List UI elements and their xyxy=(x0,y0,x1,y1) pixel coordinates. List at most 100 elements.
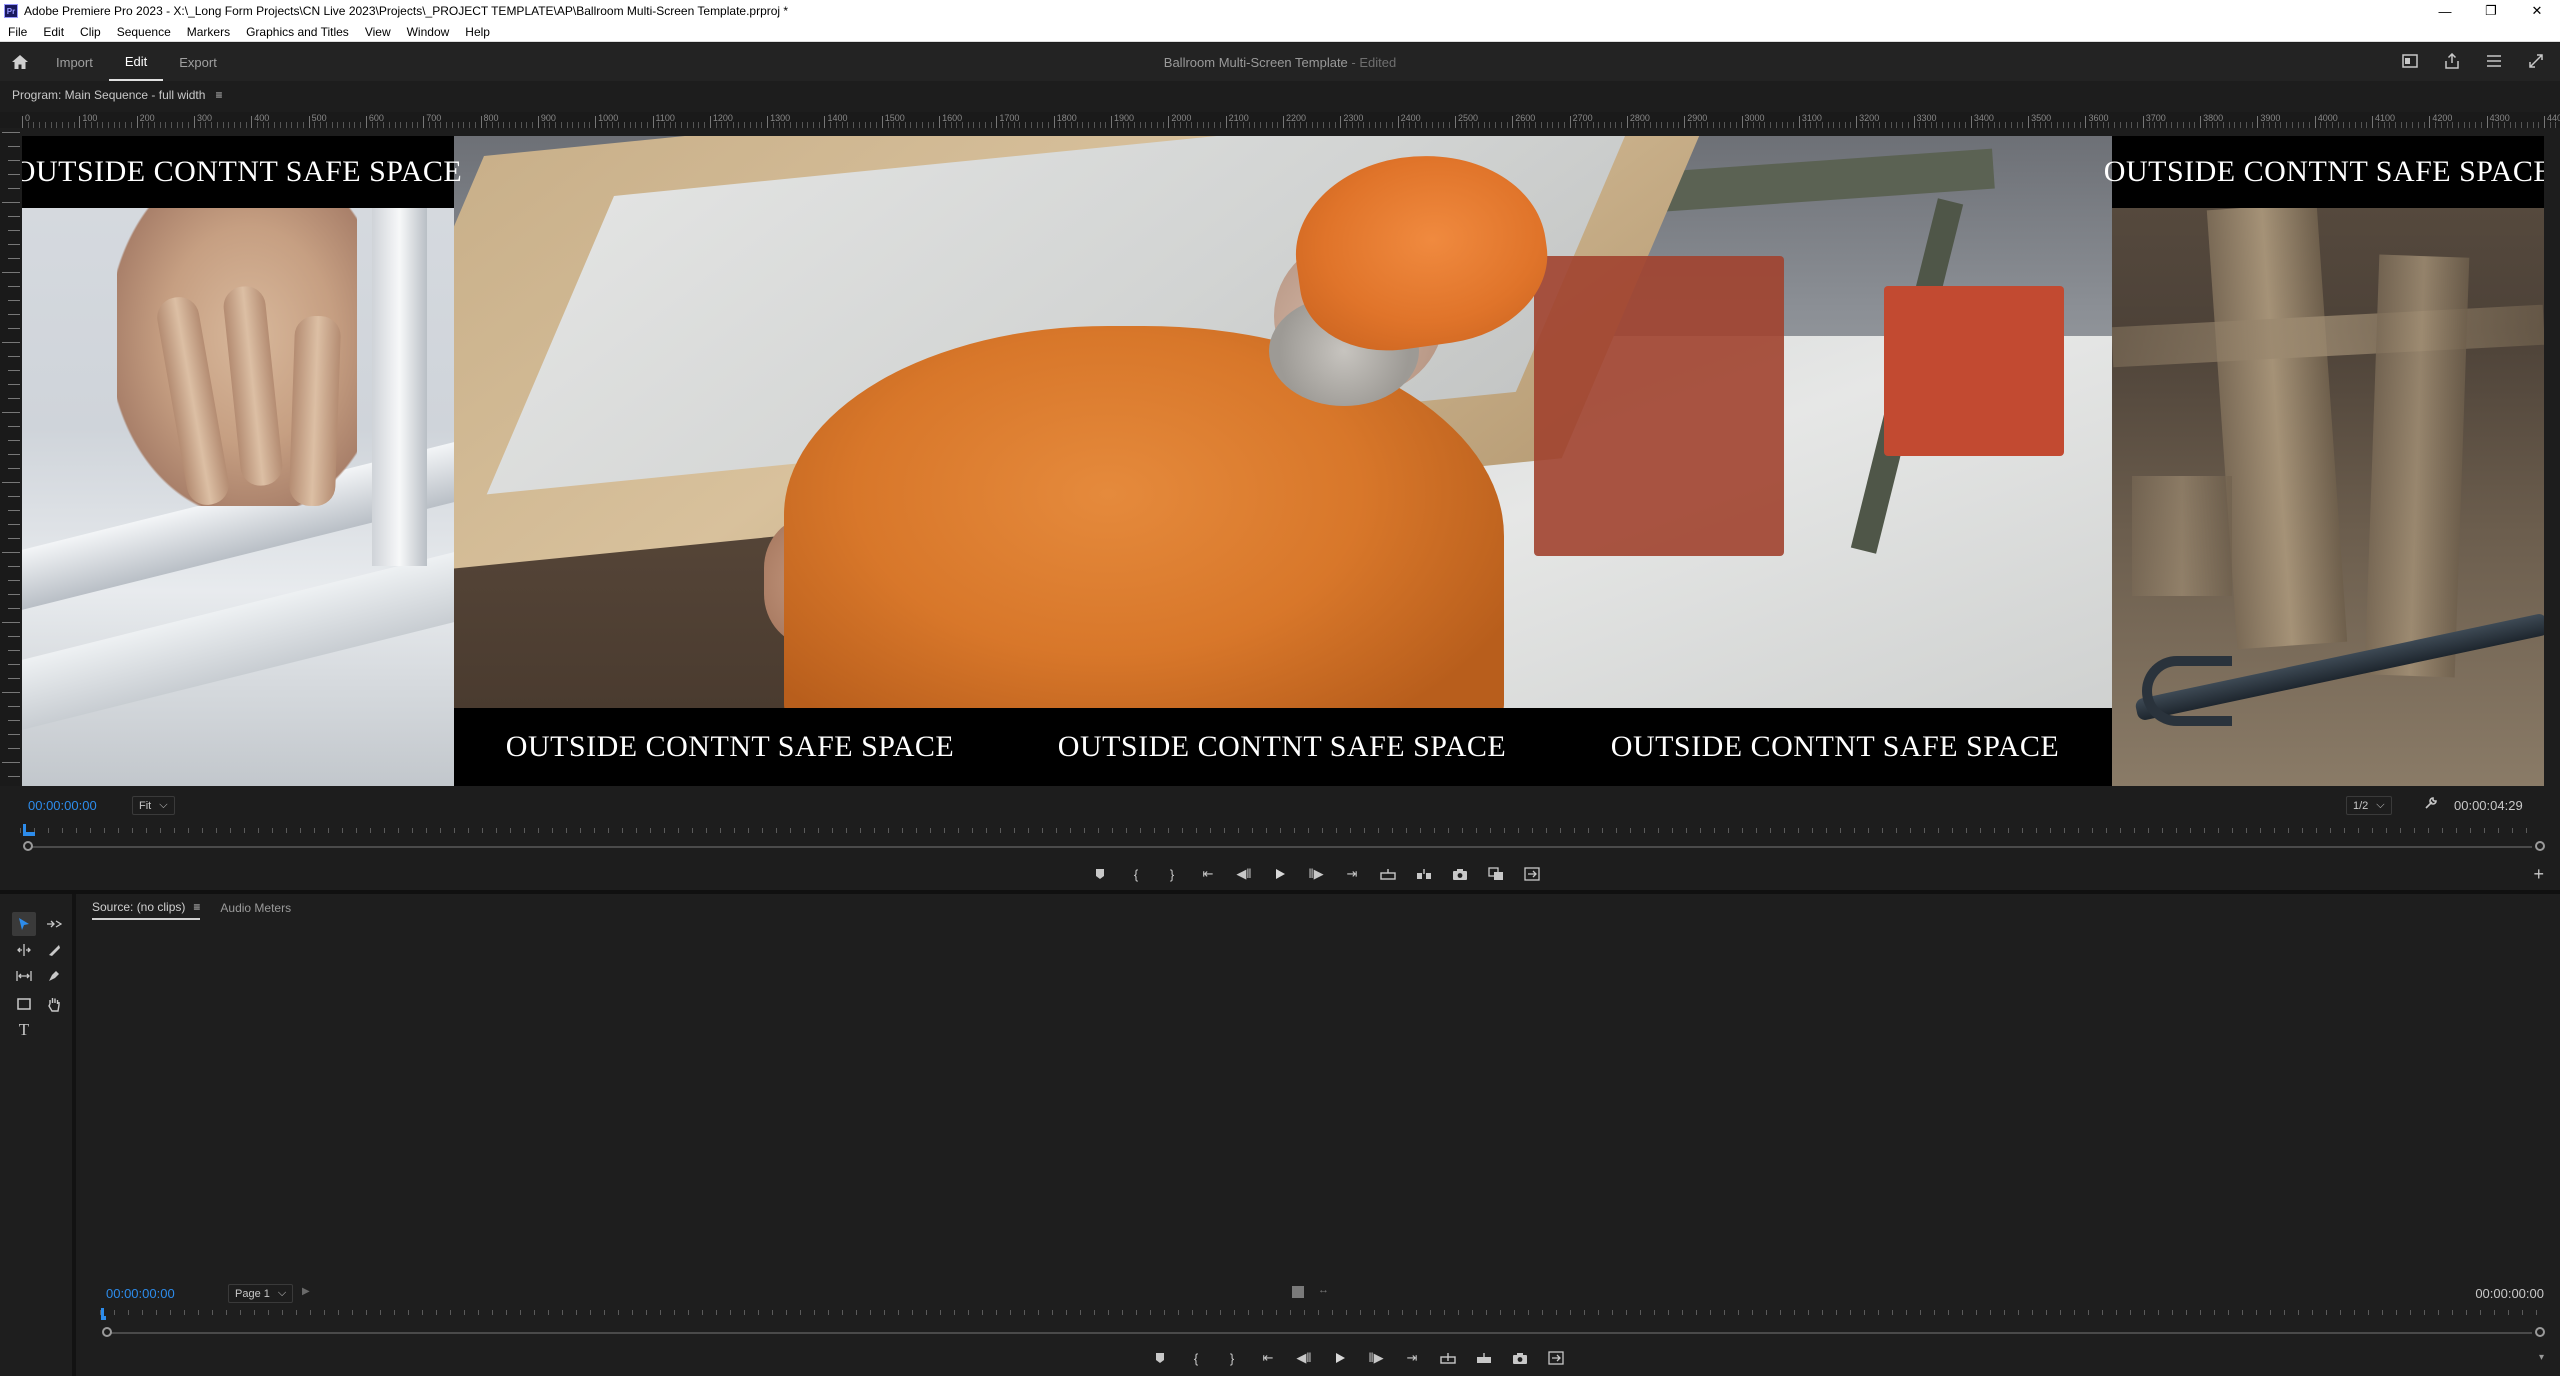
settings-wrench-icon[interactable] xyxy=(2424,796,2438,813)
menu-view[interactable]: View xyxy=(357,25,399,39)
resolution-dropdown[interactable]: 1/2 ⌵ xyxy=(2346,796,2392,815)
overwrite-icon[interactable] xyxy=(1524,866,1540,882)
track-select-tool-icon[interactable] xyxy=(42,912,66,936)
panel-menu-icon[interactable]: ≡ xyxy=(215,88,222,102)
comparison-view-icon[interactable] xyxy=(1488,866,1504,882)
mark-in-icon[interactable]: { xyxy=(1188,1350,1204,1366)
source-current-timecode[interactable]: 00:00:00:00 xyxy=(106,1286,175,1301)
scrub-start-handle[interactable] xyxy=(23,841,33,851)
menu-sequence[interactable]: Sequence xyxy=(109,25,179,39)
drag-handle-icon[interactable]: ↔ xyxy=(1318,1284,1329,1296)
ruler-minor-tick xyxy=(314,122,316,128)
play-icon[interactable] xyxy=(1332,1350,1348,1366)
source-scrub-bar[interactable] xyxy=(108,1332,2532,1334)
menu-clip[interactable]: Clip xyxy=(72,25,109,39)
tab-edit[interactable]: Edit xyxy=(108,43,164,81)
hand-tool-icon[interactable] xyxy=(42,992,66,1016)
restore-icon[interactable]: ❐ xyxy=(2468,0,2514,22)
slip-tool-icon[interactable] xyxy=(12,964,36,988)
menu-window[interactable]: Window xyxy=(399,25,458,39)
menu-graphics-and-titles[interactable]: Graphics and Titles xyxy=(238,25,357,39)
time-ruler-tick xyxy=(2092,828,2093,833)
step-back-icon[interactable]: ◀‖ xyxy=(1296,1350,1312,1366)
mark-in-icon[interactable]: { xyxy=(1128,866,1144,882)
step-back-icon[interactable]: ◀‖ xyxy=(1236,866,1252,882)
ruler-minor-tick xyxy=(1288,122,1290,128)
ruler-minor-tick xyxy=(1323,122,1325,128)
go-to-out-icon[interactable]: ⇥ xyxy=(1404,1350,1420,1366)
ruler-minor-tick xyxy=(1959,122,1961,128)
ruler-major-tick xyxy=(1512,116,1514,128)
add-marker-icon[interactable] xyxy=(1152,1350,1168,1366)
program-monitor-tab[interactable]: Program: Main Sequence - full width ≡ xyxy=(12,88,222,102)
source-settings-icon[interactable] xyxy=(1292,1286,1304,1298)
page-dropdown[interactable]: Page 1 ⌵ xyxy=(228,1284,294,1303)
source-playhead[interactable] xyxy=(100,1308,114,1322)
program-time-ruler[interactable] xyxy=(20,822,2540,838)
home-icon[interactable] xyxy=(0,54,40,70)
ruler-tick xyxy=(8,370,20,371)
go-to-in-icon[interactable]: ⇤ xyxy=(1260,1350,1276,1366)
time-ruler-tick xyxy=(2326,1310,2327,1315)
mark-out-icon[interactable]: } xyxy=(1224,1350,1240,1366)
tab-import[interactable]: Import xyxy=(40,43,109,81)
time-ruler-tick xyxy=(702,1310,703,1315)
add-marker-icon[interactable] xyxy=(1092,866,1108,882)
ripple-edit-tool-icon[interactable] xyxy=(12,938,36,962)
ruler-minor-tick xyxy=(2440,122,2442,128)
lift-icon[interactable] xyxy=(1380,866,1396,882)
workspaces-icon[interactable] xyxy=(2400,51,2420,71)
program-video-frame[interactable]: OUTSIDE CONTNT SAFE SPACE OUTSIDE CONTNT… xyxy=(22,136,2544,786)
time-ruler-tick xyxy=(510,828,511,833)
minimize-icon[interactable]: — xyxy=(2422,0,2468,22)
menu-file[interactable]: File xyxy=(0,25,35,39)
share-icon[interactable] xyxy=(2442,51,2462,71)
source-time-ruler[interactable] xyxy=(100,1304,2540,1320)
ruler-minor-tick xyxy=(2045,122,2047,128)
ruler-minor-tick xyxy=(1781,122,1783,128)
add-button-icon[interactable]: + xyxy=(2533,864,2544,885)
tab-source[interactable]: Source: (no clips) ≡ xyxy=(92,900,201,920)
close-icon[interactable]: ✕ xyxy=(2514,0,2560,22)
selection-tool-icon[interactable] xyxy=(12,912,36,936)
type-tool-icon[interactable]: T xyxy=(12,1018,36,1042)
mark-out-icon[interactable]: } xyxy=(1164,866,1180,882)
scrub-start-handle[interactable] xyxy=(102,1327,112,1337)
time-ruler-tick xyxy=(90,828,91,833)
export-frame-icon[interactable] xyxy=(1512,1350,1528,1366)
go-to-in-icon[interactable]: ⇤ xyxy=(1200,866,1216,882)
time-ruler-tick xyxy=(1052,1310,1053,1315)
tab-export[interactable]: Export xyxy=(163,43,233,81)
program-current-timecode[interactable]: 00:00:00:00 xyxy=(28,798,97,813)
panel-menu-icon[interactable] xyxy=(2484,51,2504,71)
extract-icon[interactable] xyxy=(1416,866,1432,882)
program-playhead[interactable] xyxy=(22,824,36,838)
zoom-level-dropdown[interactable]: Fit ⌵ xyxy=(132,796,175,815)
go-to-out-icon[interactable]: ⇥ xyxy=(1344,866,1360,882)
panel-options-icon[interactable]: ▾ xyxy=(2539,1352,2544,1363)
scrub-end-handle[interactable] xyxy=(2535,1327,2545,1337)
time-ruler-tick xyxy=(1070,828,1071,833)
menu-markers[interactable]: Markers xyxy=(179,25,238,39)
time-ruler-tick xyxy=(818,828,819,833)
time-ruler-tick xyxy=(580,828,581,833)
export-frame-icon[interactable] xyxy=(1452,866,1468,882)
step-forward-icon[interactable]: ‖▶ xyxy=(1368,1350,1384,1366)
button-editor-icon[interactable] xyxy=(1548,1350,1564,1366)
scrub-end-handle[interactable] xyxy=(2535,841,2545,851)
razor-tool-icon[interactable] xyxy=(42,938,66,962)
panel-menu-icon[interactable]: ≡ xyxy=(193,900,200,914)
program-scrub-bar[interactable] xyxy=(28,846,2532,848)
fullscreen-icon[interactable] xyxy=(2526,51,2546,71)
step-forward-icon[interactable]: ‖▶ xyxy=(1308,866,1324,882)
rectangle-tool-icon[interactable] xyxy=(12,992,36,1016)
play-icon[interactable] xyxy=(1272,866,1288,882)
menu-help[interactable]: Help xyxy=(457,25,498,39)
chevron-right-icon[interactable]: ▶ xyxy=(302,1286,310,1297)
tab-audio-meters[interactable]: Audio Meters xyxy=(220,900,291,920)
pen-tool-icon[interactable] xyxy=(42,964,66,988)
menu-edit[interactable]: Edit xyxy=(35,25,72,39)
ruler-minor-tick xyxy=(1575,122,1577,128)
insert-icon[interactable] xyxy=(1440,1350,1456,1366)
overwrite-icon[interactable] xyxy=(1476,1350,1492,1366)
